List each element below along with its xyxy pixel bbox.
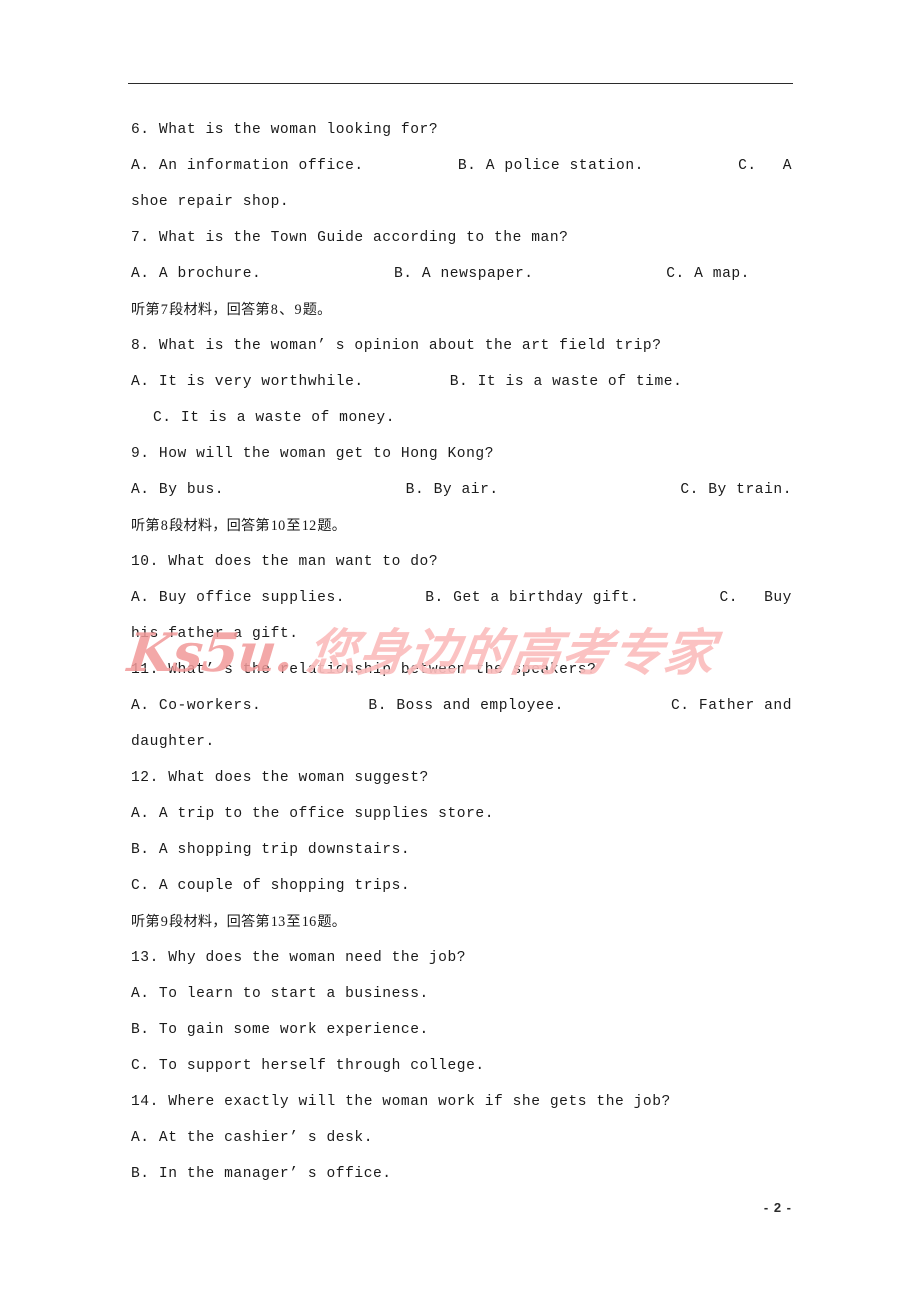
question-12-option-b: B. A shopping trip downstairs. xyxy=(131,842,411,858)
option-spacer xyxy=(364,148,458,184)
question-10-option-c-tail: Buy xyxy=(764,590,792,606)
direction-passage-number: 7 xyxy=(160,302,169,318)
direction-text-part-1: 听第 xyxy=(131,914,160,930)
listening-direction-passage-8: 听第8段材料，回答第10至12题。 xyxy=(131,508,792,544)
question-6-option-c-wrap: shoe repair shop. xyxy=(131,194,290,210)
question-11-option-a: A. Co-workers. xyxy=(131,698,262,714)
question-6-option-c-tail: A xyxy=(782,158,793,174)
direction-text-part-3: 至 xyxy=(286,914,301,930)
question-8-stem: 8. What is the woman’ s opinion about th… xyxy=(131,338,662,354)
question-6-option-a: A. An information office. xyxy=(131,158,364,174)
option-spacer xyxy=(564,688,671,724)
question-6-stem: 6. What is the woman looking for? xyxy=(131,122,439,138)
question-9-stem: 9. How will the woman get to Hong Kong? xyxy=(131,446,494,462)
direction-question-to: 9 xyxy=(294,302,302,318)
direction-text-part-4: 题。 xyxy=(302,302,332,318)
question-7-option-b: B. A newspaper. xyxy=(393,266,534,282)
question-11-option-b: B. Boss and employee. xyxy=(368,698,564,714)
direction-text-part-4: 题。 xyxy=(317,518,347,534)
question-8-options: A. It is very worthwhile. B. It is a was… xyxy=(131,364,792,400)
option-spacer xyxy=(499,472,681,508)
page-number: - 2 - xyxy=(763,1200,792,1215)
direction-text-part-1: 听第 xyxy=(131,518,160,534)
listening-direction-passage-7: 听第7段材料，回答第8、9题。 xyxy=(131,292,792,328)
listening-direction-passage-9: 听第9段材料，回答第13至16题。 xyxy=(131,904,792,940)
option-spacer xyxy=(364,364,450,400)
question-9-option-c: C. By train. xyxy=(680,482,793,498)
question-7-option-a: A. A brochure. xyxy=(131,266,262,282)
question-10-option-c-wrap: his father a gift. xyxy=(131,626,299,642)
direction-text-part-2: 段材料，回答第 xyxy=(169,302,270,318)
question-9-option-a: A. By bus. xyxy=(131,482,225,498)
question-13-option-c: C. To support herself through college. xyxy=(131,1058,485,1074)
question-8-option-b: B. It is a waste of time. xyxy=(449,374,683,390)
option-spacer xyxy=(345,580,425,616)
question-10-option-b: B. Get a birthday gift. xyxy=(425,590,640,606)
question-10-options: A. Buy office supplies. B. Get a birthda… xyxy=(131,580,792,616)
question-10-option-a: A. Buy office supplies. xyxy=(131,590,346,606)
direction-question-from: 10 xyxy=(270,518,286,534)
direction-question-to: 12 xyxy=(301,518,317,534)
question-11-options: A. Co-workers. B. Boss and employee. C. … xyxy=(131,688,792,724)
question-12-option-c: C. A couple of shopping trips. xyxy=(131,878,411,894)
question-6-option-c: C. A xyxy=(738,148,792,184)
option-spacer xyxy=(644,148,738,184)
option-spacer xyxy=(261,256,394,292)
question-11-stem: 11. What’ s the relationship between the… xyxy=(131,662,597,678)
direction-question-to: 16 xyxy=(301,914,317,930)
question-7-option-c: C. A map. xyxy=(666,266,750,282)
question-14-option-b: B. In the manager’ s office. xyxy=(131,1166,392,1182)
direction-text-part-2: 段材料，回答第 xyxy=(169,914,270,930)
option-spacer xyxy=(639,580,719,616)
question-13-stem: 13. Why does the woman need the job? xyxy=(131,950,467,966)
direction-passage-number: 8 xyxy=(160,518,169,534)
exam-paper-page: 6. What is the woman looking for? A. An … xyxy=(0,0,920,1302)
question-10-option-c-head: C. xyxy=(719,590,739,606)
direction-text-part-3: 至 xyxy=(286,518,301,534)
direction-text-part-2: 段材料，回答第 xyxy=(169,518,270,534)
question-6-option-c-head: C. xyxy=(738,158,757,174)
option-spacer xyxy=(261,688,368,724)
question-body-column: 6. What is the woman looking for? A. An … xyxy=(131,112,792,1192)
question-11-option-c-wrap: daughter. xyxy=(131,734,215,750)
question-8-option-c: C. It is a waste of money. xyxy=(153,410,395,426)
justify-gap xyxy=(757,148,783,184)
question-8-option-a: A. It is very worthwhile. xyxy=(131,374,364,390)
option-spacer xyxy=(224,472,406,508)
direction-question-from: 8 xyxy=(270,302,279,318)
question-12-stem: 12. What does the woman suggest? xyxy=(131,770,429,786)
justify-gap xyxy=(738,580,764,616)
question-6-option-b: B. A police station. xyxy=(457,158,644,174)
direction-question-from: 13 xyxy=(270,914,286,930)
question-14-option-a: A. At the cashier’ s desk. xyxy=(131,1130,373,1146)
option-spacer xyxy=(534,256,667,292)
header-divider-rule xyxy=(128,83,793,84)
question-12-option-a: A. A trip to the office supplies store. xyxy=(131,806,494,822)
question-9-option-b: B. By air. xyxy=(405,482,499,498)
question-10-stem: 10. What does the man want to do? xyxy=(131,554,439,570)
question-9-options: A. By bus. B. By air. C. By train. xyxy=(131,472,792,508)
direction-text-part-4: 题。 xyxy=(317,914,347,930)
question-7-options: A. A brochure. B. A newspaper. C. A map. xyxy=(131,256,792,292)
question-7-stem: 7. What is the Town Guide according to t… xyxy=(131,230,569,246)
question-10-option-c: C. Buy xyxy=(719,580,792,616)
question-6-options: A. An information office. B. A police st… xyxy=(131,148,792,184)
question-13-option-b: B. To gain some work experience. xyxy=(131,1022,429,1038)
question-13-option-a: A. To learn to start a business. xyxy=(131,986,429,1002)
direction-text-part-1: 听第 xyxy=(131,302,160,318)
question-14-stem: 14. Where exactly will the woman work if… xyxy=(131,1094,671,1110)
direction-text-part-3: 、 xyxy=(279,302,294,318)
question-11-option-c: C. Father and xyxy=(671,698,792,714)
direction-passage-number: 9 xyxy=(160,914,169,930)
